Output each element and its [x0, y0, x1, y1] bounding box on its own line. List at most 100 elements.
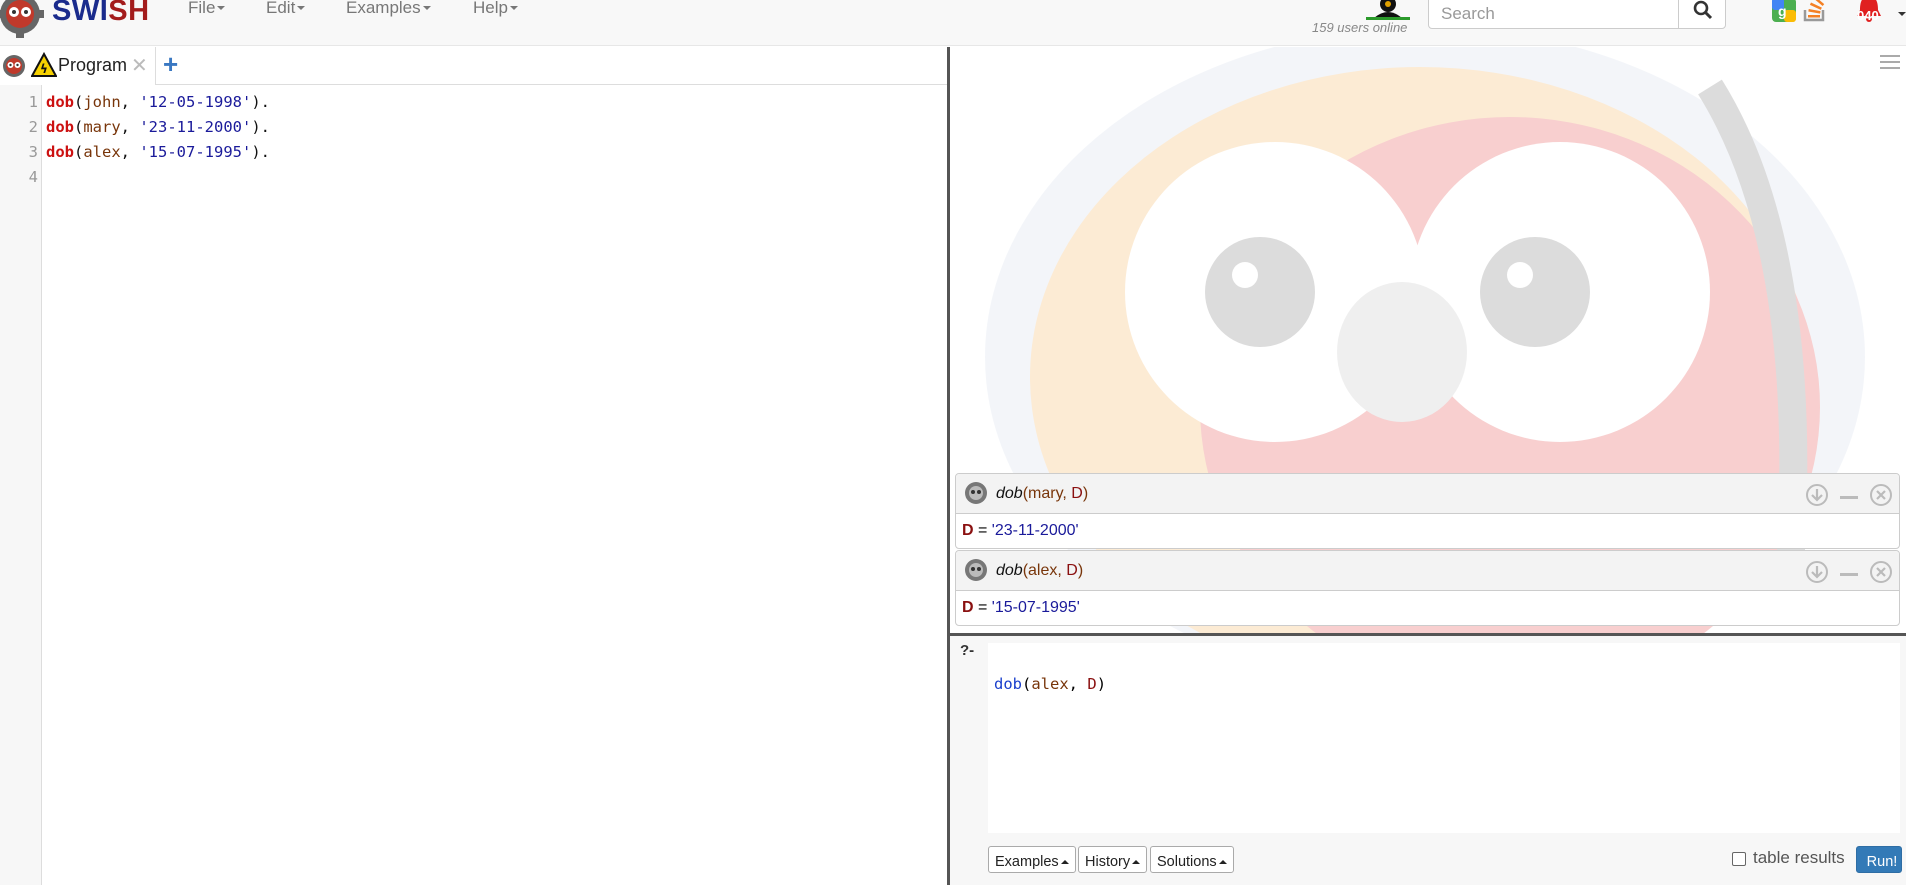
search-button[interactable] [1678, 0, 1726, 29]
line-number-gutter [0, 85, 42, 885]
caret-down-icon [217, 6, 226, 10]
code-line[interactable]: 4 [0, 165, 948, 190]
query-text: dob(alex, D) [994, 675, 1107, 693]
answer-panel: dob(mary, D) D = '23-11-2000' [955, 473, 1900, 549]
query-variable: D [1066, 562, 1078, 579]
answer-header: dob(mary, D) [956, 474, 1899, 514]
answer-value: '15-07-1995' [991, 599, 1080, 616]
download-icon[interactable] [1805, 560, 1829, 584]
answer-value: '23-11-2000' [991, 522, 1079, 539]
gear-icon [965, 559, 987, 581]
program-editor-pane: ϟ Program ✕ + 1 dob(john, '12-05-1998').… [0, 47, 948, 885]
table-results-checkbox[interactable] [1732, 852, 1746, 866]
add-tab-icon[interactable]: + [163, 49, 178, 80]
answer-query: dob(mary, D) [996, 485, 1089, 502]
code-text: dob(mary, '23-11-2000'). [46, 118, 270, 136]
gear-icon [965, 482, 987, 504]
run-button[interactable]: Run! [1856, 846, 1902, 873]
query-predicate: dob [996, 485, 1023, 502]
code-quoted: '15-07-1995' [139, 143, 252, 161]
code-line[interactable]: 2 dob(mary, '23-11-2000'). [0, 115, 948, 140]
caret-up-icon [1218, 859, 1227, 864]
notification-count: 040 [1857, 8, 1879, 23]
users-online-text: 159 users online [1312, 20, 1408, 35]
brand-part1: SWI [52, 0, 109, 27]
answer-panel: dob(alex, D) D = '15-07-1995' [955, 550, 1900, 626]
query-predicate: dob [994, 675, 1022, 693]
owl-icon [3, 55, 25, 77]
answer-header: dob(alex, D) [956, 551, 1899, 591]
history-button[interactable]: History [1078, 846, 1148, 873]
caret-down-icon [297, 6, 306, 10]
code-atom: alex [83, 143, 121, 161]
examples-button[interactable]: Examples [988, 846, 1076, 873]
results-pane: dob(mary, D) D = '23-11-2000' dob(alex, … [950, 47, 1906, 635]
caret-up-icon [1132, 859, 1141, 864]
code-predicate: dob [46, 93, 74, 111]
line-number: 2 [28, 118, 38, 136]
menu-examples-label: Examples [346, 0, 421, 17]
close-circle-icon[interactable] [1869, 483, 1893, 507]
svg-text:ϟ: ϟ [40, 62, 48, 76]
query-editor[interactable]: dob(alex, D) [988, 643, 1900, 833]
solutions-button-label: Solutions [1157, 853, 1217, 870]
examples-button-label: Examples [995, 853, 1059, 870]
code-text: dob(john, '12-05-1998'). [46, 93, 270, 111]
code-line[interactable]: 1 dob(john, '12-05-1998'). [0, 90, 948, 115]
answer-query: dob(alex, D) [996, 562, 1084, 579]
code-text: dob(alex, '15-07-1995'). [46, 143, 270, 161]
code-atom: john [83, 93, 121, 111]
caret-down-icon [422, 6, 431, 10]
close-circle-icon[interactable] [1869, 560, 1893, 584]
line-number: 3 [28, 143, 38, 161]
answer-variable: D [962, 522, 974, 539]
answer-variable: D [962, 599, 974, 616]
menu-help[interactable]: Help [473, 0, 518, 20]
menu-edit-label: Edit [266, 0, 296, 17]
download-icon[interactable] [1805, 483, 1829, 507]
code-predicate: dob [46, 118, 74, 136]
tab-program-label: Program [58, 55, 128, 75]
swish-logo-icon[interactable] [0, 0, 46, 40]
brand-logo[interactable]: SWISH [52, 0, 150, 28]
query-atom: alex [1031, 675, 1069, 693]
query-pane: ?- dob(alex, D) Examples History Solutio… [950, 636, 1906, 885]
caret-down-icon[interactable] [1898, 12, 1906, 16]
answer-body: D = '15-07-1995' [962, 599, 1080, 616]
menu-file-label: File [188, 0, 216, 17]
query-atom: mary [1028, 485, 1063, 502]
menu-help-label: Help [473, 0, 508, 17]
warning-icon: ϟ [31, 52, 57, 77]
code-predicate: dob [46, 143, 74, 161]
history-button-label: History [1085, 853, 1131, 870]
code-quoted: '23-11-2000' [139, 118, 252, 136]
menu-file[interactable]: File [188, 0, 226, 20]
code-quoted: '12-05-1998' [139, 93, 252, 111]
close-icon[interactable]: ✕ [131, 53, 148, 78]
hamburger-menu-icon[interactable] [1880, 55, 1900, 73]
search-icon [1693, 0, 1713, 20]
search-input[interactable] [1428, 0, 1679, 29]
solutions-button[interactable]: Solutions [1150, 846, 1234, 873]
brand-part2: SH [108, 0, 150, 27]
query-variable: D [1071, 485, 1083, 502]
code-atom: mary [83, 118, 121, 136]
query-predicate: dob [996, 562, 1023, 579]
minimize-icon[interactable] [1837, 483, 1861, 507]
table-results-label: table results [1753, 848, 1845, 867]
code-line[interactable]: 3 dob(alex, '15-07-1995'). [0, 140, 948, 165]
menu-edit[interactable]: Edit [266, 0, 306, 20]
query-variable: D [1087, 675, 1097, 693]
svg-text:g: g [1778, 3, 1787, 19]
tab-program[interactable]: ϟ Program ✕ [0, 47, 156, 85]
google-icon[interactable]: g [1770, 0, 1798, 24]
line-number: 4 [28, 168, 38, 186]
menu-examples[interactable]: Examples [346, 0, 431, 20]
stackoverflow-icon[interactable] [1801, 0, 1829, 24]
minimize-icon[interactable] [1837, 560, 1861, 584]
query-atom: alex [1028, 562, 1058, 579]
query-prompt: ?- [960, 642, 975, 659]
editor-tabbar: ϟ Program ✕ + [0, 47, 948, 85]
line-number: 1 [28, 93, 38, 111]
navbar: SWISH File Edit Examples Help 159 users … [0, 0, 1906, 46]
